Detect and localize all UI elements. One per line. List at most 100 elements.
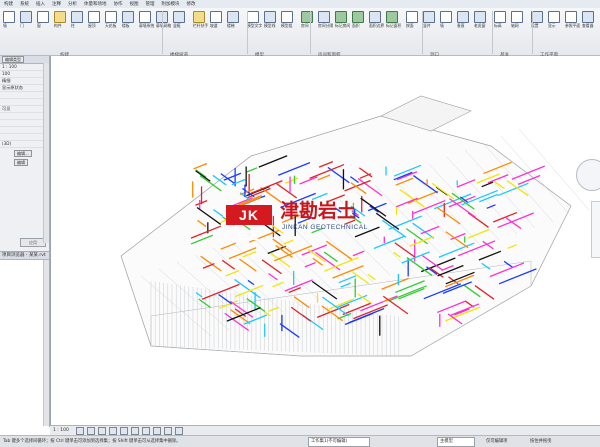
property-row[interactable]	[0, 113, 49, 120]
property-row[interactable]	[0, 134, 49, 141]
tool-label: 模型组	[281, 23, 293, 28]
ribbon-tab[interactable]: 管理	[146, 1, 155, 7]
property-row[interactable]: (3D)	[0, 141, 49, 148]
sun-path-icon[interactable]	[97, 426, 106, 435]
tool-level-button[interactable]: 标高	[494, 11, 506, 28]
roof-icon	[88, 11, 100, 23]
tool-label: 老虎窗	[474, 23, 486, 28]
properties-panel: 编辑类型 1 : 100 100 精细 显示原状态 可见 (3D) 编辑... 编辑 应用…	[0, 56, 50, 428]
render-icon[interactable]	[119, 426, 128, 435]
tool-window-button[interactable]: 窗	[37, 11, 49, 28]
ribbon-tab[interactable]: 体量和场地	[84, 1, 107, 7]
browser-item[interactable]	[0, 384, 49, 391]
tag-area-icon	[386, 11, 398, 23]
watermark-company-en: JINKAN GEOTECHNICAL	[282, 224, 368, 231]
tool-mullion-button[interactable]: 竖梃	[173, 11, 185, 28]
tool-stair-button[interactable]: 楼梯	[227, 11, 239, 28]
property-row[interactable]	[0, 127, 49, 134]
tool-column-button[interactable]: 柱	[71, 11, 83, 28]
view-scale[interactable]: 1 : 100	[53, 428, 69, 433]
visual-style-icon[interactable]	[86, 426, 95, 435]
reveal-hidden-icon[interactable]	[174, 426, 183, 435]
ribbon-tab[interactable]: 分析	[68, 1, 77, 7]
ribbon-tab[interactable]: 修改	[187, 1, 196, 7]
tool-ref-plane-button[interactable]: 参照平面	[565, 11, 580, 28]
ribbon-tab[interactable]: 系统	[20, 1, 29, 7]
crop-view-icon[interactable]	[130, 426, 139, 435]
lock-3d-icon[interactable]	[152, 426, 161, 435]
editable-only-checkbox[interactable]: 仅可编辑项	[486, 438, 507, 444]
tool-ramp-button[interactable]: 坡道	[210, 11, 222, 28]
tool-grid-button[interactable]: 轴网	[511, 11, 523, 28]
ribbon: 墙门窗构件柱屋顶 天花板 楼板 幕墙系统 幕墙网格 竖梃 栏杆扶手 坡道 楼梯 模型文字 模型线 模型…	[0, 8, 600, 58]
edit-button[interactable]: 编辑...	[14, 150, 32, 157]
viewer-icon	[582, 11, 594, 23]
ribbon-tab[interactable]: 插入	[36, 1, 45, 7]
press-drag-checkbox[interactable]: 按住并拖曳	[530, 438, 551, 444]
show-crop-icon[interactable]	[141, 426, 150, 435]
tool-floor-button[interactable]: 楼板	[122, 11, 134, 28]
tool-area-boundary-button[interactable]: 面积边界	[369, 11, 384, 28]
component-icon	[54, 11, 66, 23]
property-row[interactable]	[0, 120, 49, 127]
tool-label: 面积	[352, 23, 360, 28]
property-row[interactable]: 可见	[0, 106, 49, 113]
room-separator-icon	[318, 11, 330, 23]
tool-component-button[interactable]: 构件	[54, 11, 66, 28]
tool-area-button[interactable]: 面积	[352, 11, 364, 28]
navigation-bar[interactable]	[591, 201, 600, 258]
detail-level-icon[interactable]	[75, 426, 84, 435]
curtain-system-icon	[139, 11, 151, 23]
tool-label: 坡道	[210, 23, 218, 28]
tool-roof-button[interactable]: 屋顶	[88, 11, 100, 28]
tool-label: 天花板	[105, 23, 117, 28]
tool-wall-opening-button[interactable]: 墙	[440, 11, 452, 28]
tool-room-separator-button[interactable]: 房间分隔	[318, 11, 333, 28]
tool-tag-room-button[interactable]: 标记房间	[335, 11, 350, 28]
property-row[interactable]: 显示原状态	[0, 85, 49, 92]
tool-ceiling-button[interactable]: 天花板	[105, 11, 117, 28]
property-row[interactable]: 100	[0, 71, 49, 78]
show-icon	[548, 11, 560, 23]
tool-model-line-button[interactable]: 模型线	[264, 11, 276, 28]
tool-by-face-button[interactable]: 按面	[406, 11, 418, 28]
ribbon-tab[interactable]: 附加模块	[162, 1, 180, 7]
tool-model-group-button[interactable]: 模型组	[281, 11, 293, 28]
browser-scrollbar[interactable]	[43, 260, 49, 426]
ribbon-tab[interactable]: 构建	[4, 1, 13, 7]
ribbon-separator	[162, 11, 163, 54]
tool-model-text-button[interactable]: 模型文字	[247, 11, 262, 28]
tag-room-icon	[335, 11, 347, 23]
watermark-logo: JK GE	[226, 205, 272, 243]
properties-scrollbar[interactable]	[43, 63, 49, 243]
tool-railing-button[interactable]: 栏杆扶手	[193, 11, 208, 28]
viewcube[interactable]	[576, 159, 600, 191]
tool-dormer-button[interactable]: 老虎窗	[474, 11, 486, 28]
tool-tag-area-button[interactable]: 标记面积	[386, 11, 401, 28]
tool-label: 屋顶	[88, 23, 96, 28]
property-row[interactable]	[0, 92, 49, 99]
property-row[interactable]	[0, 99, 49, 106]
tool-door-button[interactable]: 门	[20, 11, 32, 28]
ribbon-tab[interactable]: 视图	[130, 1, 139, 7]
edit-type-button[interactable]: 编辑类型	[2, 56, 24, 63]
tool-vertical-button[interactable]: 垂直	[457, 11, 469, 28]
shadows-icon[interactable]	[108, 426, 117, 435]
model-text-icon	[247, 11, 259, 23]
edit-button-2[interactable]: 编辑	[14, 159, 28, 166]
temporary-hide-icon[interactable]	[163, 426, 172, 435]
tool-shaft-button[interactable]: 竖井	[423, 11, 435, 28]
tool-label: 轴网	[511, 23, 519, 28]
ribbon-tab[interactable]: 协作	[114, 1, 123, 7]
shaft-icon	[423, 11, 435, 23]
bim-model-drawing	[120, 95, 590, 357]
tool-wall-button[interactable]: 墙	[3, 11, 15, 28]
3d-view-canvas[interactable]	[50, 56, 600, 425]
property-row[interactable]: 精细	[0, 78, 49, 85]
ribbon-tab[interactable]: 注释	[52, 1, 61, 7]
by-face-icon	[406, 11, 418, 23]
tool-show-button[interactable]: 显示	[548, 11, 560, 28]
property-row[interactable]: 1 : 100	[0, 64, 49, 71]
tool-curtain-system-button[interactable]: 幕墙系统	[139, 11, 154, 28]
tool-viewer-button[interactable]: 查看器	[582, 11, 594, 28]
